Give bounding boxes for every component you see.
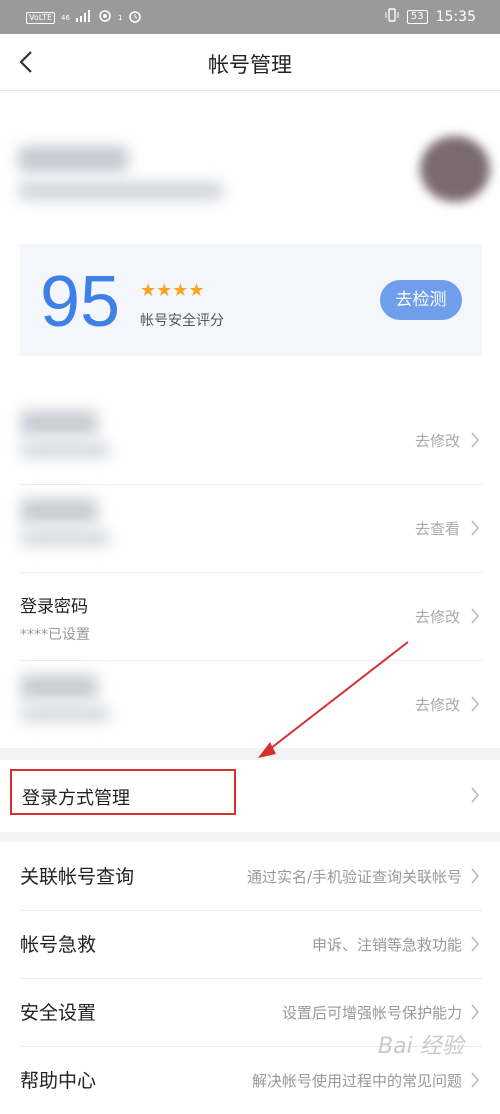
chevron-right-icon — [470, 867, 480, 885]
chevron-right-icon — [470, 786, 480, 804]
volte-indicator: VoLTE — [26, 12, 56, 24]
row-title-blurred — [20, 410, 98, 436]
row-title: 登录密码 — [20, 597, 88, 617]
row-action[interactable]: 去修改 — [415, 430, 460, 451]
login-password-row[interactable]: 登录密码 ****已设置 去修改 — [20, 572, 482, 661]
security-score: 95 — [40, 262, 121, 342]
row-title-blurred — [20, 674, 98, 700]
signal-icon — [75, 10, 92, 26]
notification-count: 1 — [117, 14, 123, 22]
menu-title: 帐号急救 — [20, 934, 97, 956]
menu-desc: 解决帐号使用过程中的常见问题 — [251, 1072, 462, 1090]
account-id-blurred — [18, 182, 223, 200]
alarm-icon — [128, 9, 142, 27]
chevron-right-icon — [470, 1003, 480, 1021]
row-title-blurred — [20, 498, 98, 524]
status-bar: VoLTE 46 1 53 15:35 — [0, 0, 500, 34]
annotation-box — [10, 769, 236, 815]
network-type: 46 — [61, 14, 70, 22]
chevron-right-icon — [470, 935, 480, 953]
row-action[interactable]: 去修改 — [415, 694, 460, 715]
security-score-label: 帐号安全评分 — [140, 313, 224, 329]
row-action[interactable]: 去修改 — [415, 606, 460, 627]
menu-desc: 申诉、注销等急救功能 — [311, 936, 462, 954]
page-title: 帐号管理 — [208, 53, 292, 77]
chevron-right-icon — [470, 607, 480, 625]
account-name-blurred — [18, 146, 128, 172]
menu-linked-accounts[interactable]: 关联帐号查询 通过实名/手机验证查询关联帐号 — [20, 842, 482, 911]
row-sub-blurred — [20, 706, 110, 722]
chevron-right-icon — [470, 519, 480, 537]
security-score-card: 95 ★★★★ 帐号安全评分 去检测 — [20, 244, 482, 356]
star-rating: ★★★★ — [140, 280, 205, 301]
chevron-right-icon — [470, 695, 480, 713]
account-row-1[interactable]: 去修改 — [20, 396, 482, 485]
chevron-right-icon — [470, 431, 480, 449]
menu-title: 关联帐号查询 — [20, 866, 135, 888]
chevron-right-icon — [470, 1071, 480, 1089]
section-divider — [0, 832, 500, 842]
menu-desc: 通过实名/手机验证查询关联帐号 — [246, 868, 462, 886]
nav-bar: 帐号管理 — [0, 34, 500, 91]
hotspot-icon — [98, 9, 112, 27]
row-action[interactable]: 去查看 — [415, 518, 460, 539]
baidu-watermark: Bai 经验 — [378, 1034, 464, 1059]
section-divider — [0, 748, 500, 760]
menu-account-rescue[interactable]: 帐号急救 申诉、注销等急救功能 — [20, 910, 482, 979]
menu-title: 帮助中心 — [20, 1070, 97, 1092]
row-sub-blurred — [20, 530, 110, 546]
menu-desc: 设置后可增强帐号保护能力 — [281, 1004, 462, 1022]
clock: 15:35 — [435, 9, 476, 25]
menu-title: 安全设置 — [20, 1002, 97, 1024]
battery-level: 53 — [406, 10, 428, 24]
account-row-4[interactable]: 去修改 — [20, 660, 482, 748]
account-row-2[interactable]: 去查看 — [20, 484, 482, 573]
row-sub-blurred — [20, 442, 110, 458]
check-button[interactable]: 去检测 — [380, 280, 462, 320]
vibrate-icon — [385, 8, 399, 26]
avatar[interactable] — [420, 136, 490, 202]
row-subtitle: ****已设置 — [20, 627, 90, 643]
